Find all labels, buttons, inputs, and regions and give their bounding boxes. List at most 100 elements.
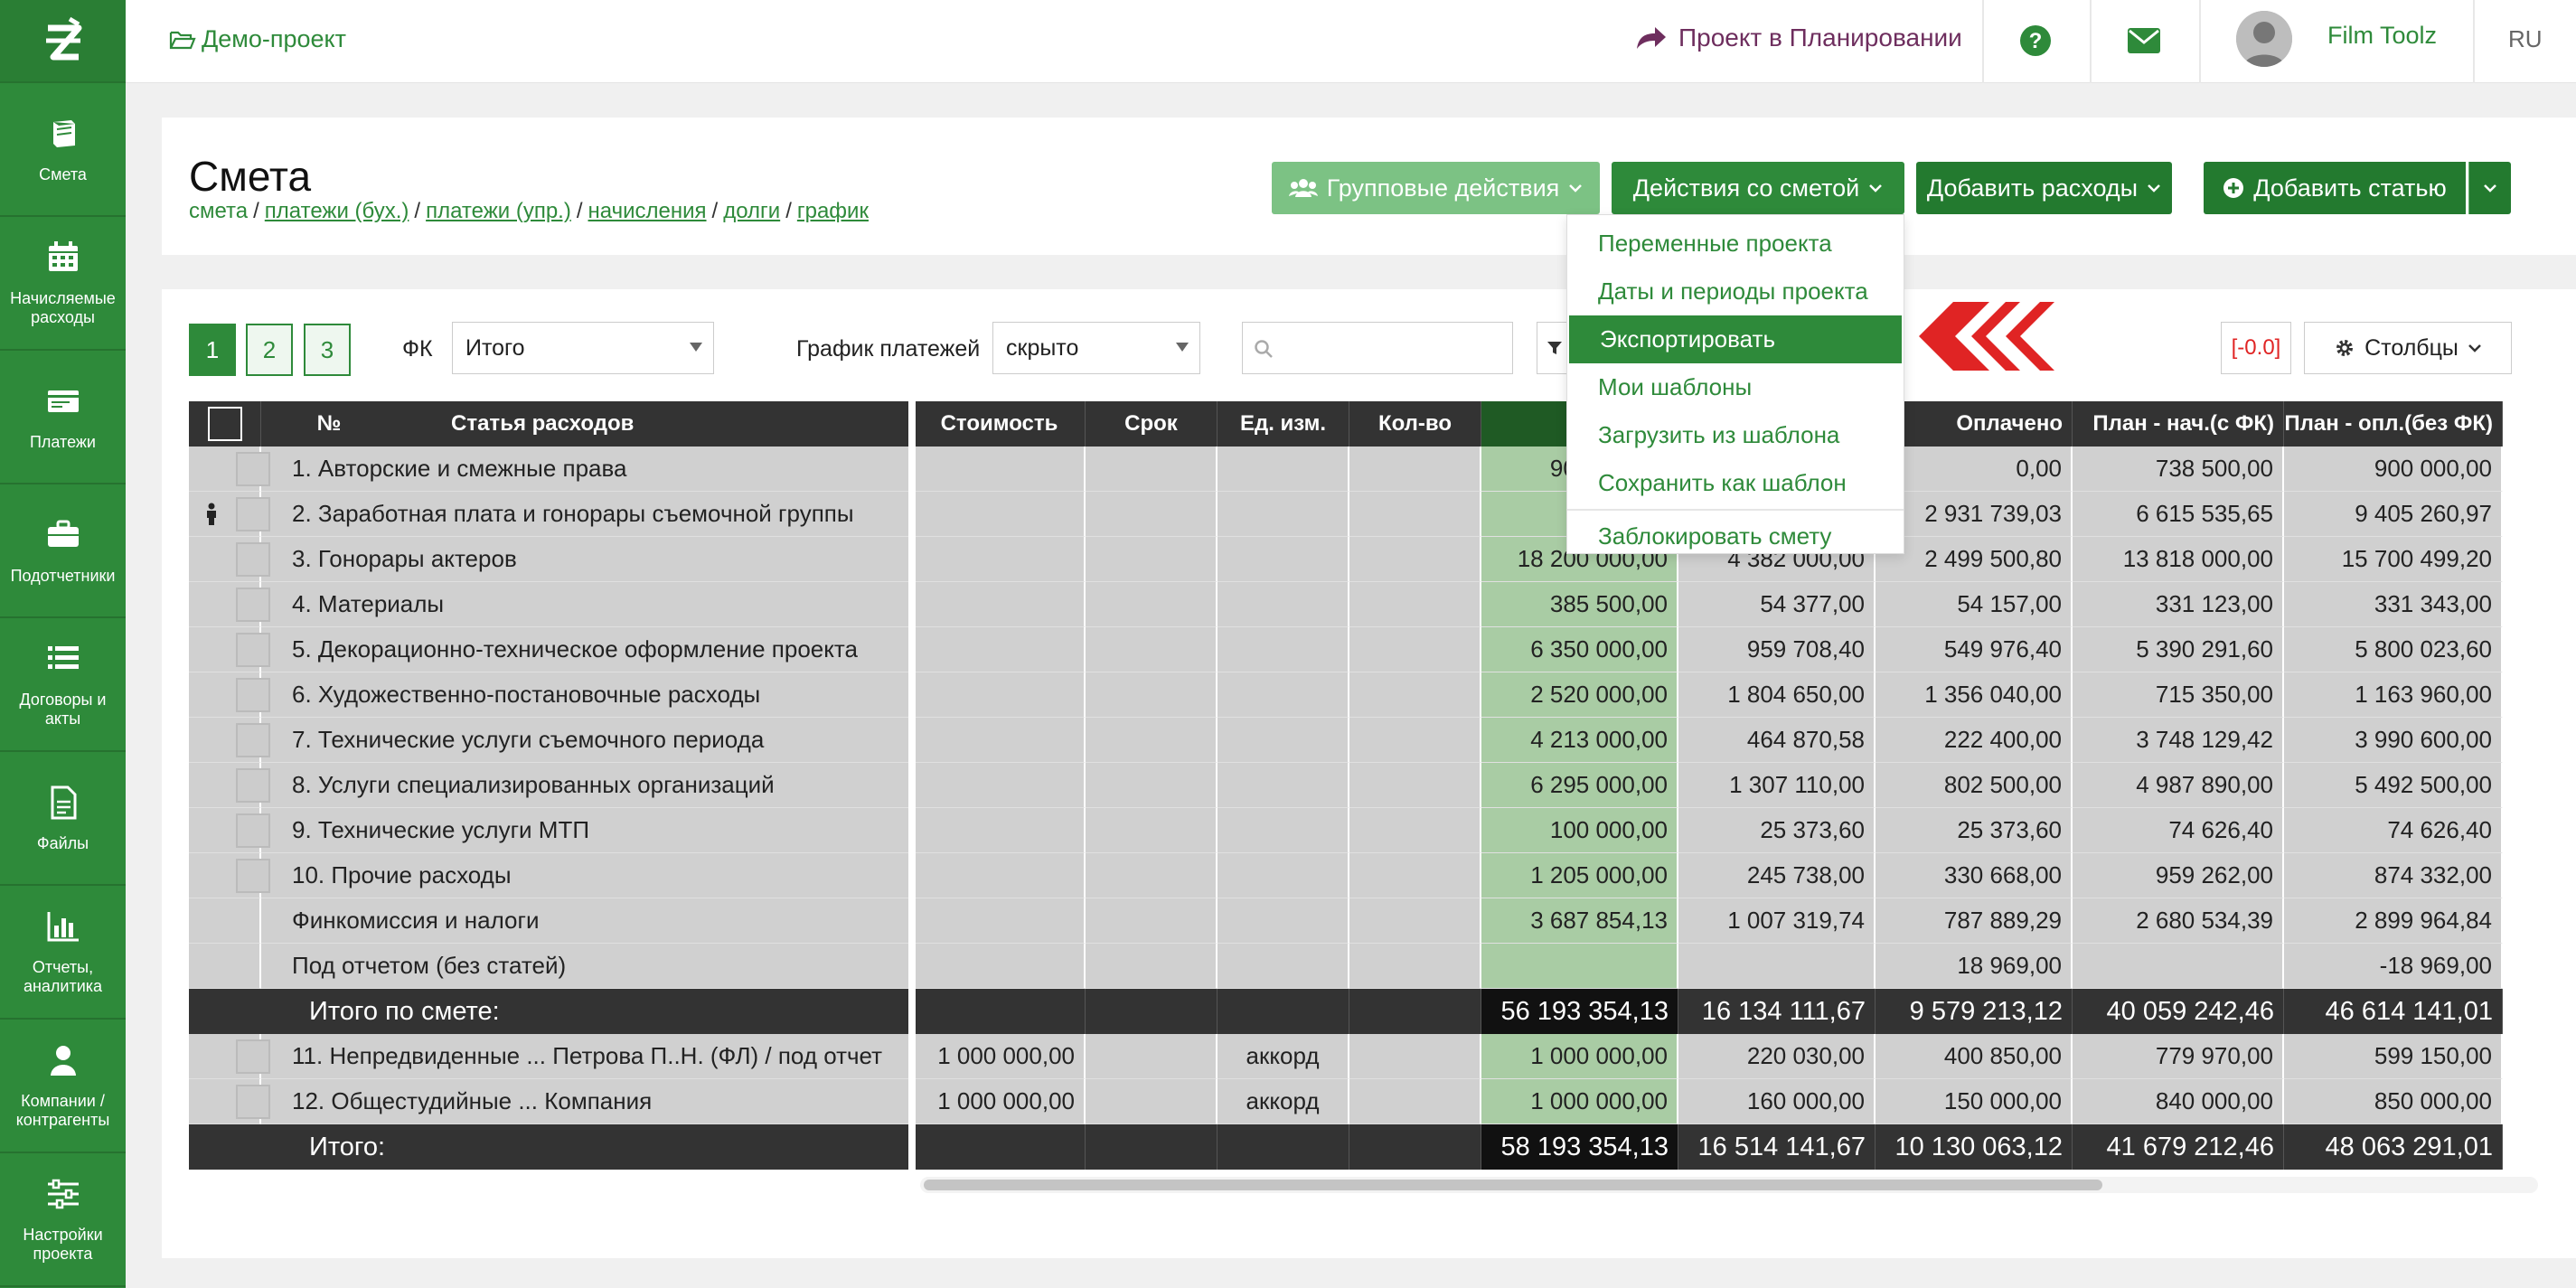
cell-acc: 54 377,00 bbox=[1678, 582, 1876, 627]
cell-plan_acc: 74 626,40 bbox=[2073, 808, 2284, 853]
cell-plan_acc: 959 262,00 bbox=[2073, 853, 2284, 898]
crumb-link[interactable]: долги bbox=[723, 199, 780, 223]
menu-item-project-variables[interactable]: Переменные проекта bbox=[1567, 220, 1904, 268]
menu-item-my-templates[interactable]: Мои шаблоны bbox=[1567, 363, 1904, 411]
crumb-link[interactable]: начисления bbox=[588, 199, 707, 223]
total-paid: 10 130 063,12 bbox=[1876, 1124, 2073, 1170]
columns-button[interactable]: Столбцы bbox=[2304, 322, 2512, 374]
cell-term bbox=[1086, 1079, 1217, 1124]
sidebar-item-file[interactable]: Файлы bbox=[0, 752, 126, 886]
sidebar-item-list[interactable]: Договоры и акты bbox=[0, 618, 126, 752]
book-icon bbox=[52, 119, 75, 147]
chevron-down-icon bbox=[2484, 184, 2496, 193]
cell-acc: 25 373,60 bbox=[1678, 808, 1876, 853]
sidebar-item-bar-chart[interactable]: Отчеты, аналитика bbox=[0, 886, 126, 1020]
add-expenses-button[interactable]: Добавить расходы bbox=[1916, 162, 2172, 214]
search-input[interactable] bbox=[1242, 322, 1513, 374]
project-link[interactable]: Демо-проект bbox=[169, 25, 346, 53]
header-qty: Кол-во bbox=[1349, 401, 1481, 447]
row-checkbox[interactable] bbox=[236, 677, 270, 712]
cell-term bbox=[1086, 447, 1217, 492]
cell-plan_acc: 840 000,00 bbox=[2073, 1079, 2284, 1124]
cell-term bbox=[1086, 944, 1217, 989]
total-cell-unit bbox=[1217, 1124, 1349, 1170]
row-checkbox[interactable] bbox=[236, 451, 270, 486]
plan-link-label: Проект в Планировании bbox=[1678, 24, 1962, 52]
crumb-link[interactable]: платежи (упр.) bbox=[426, 199, 571, 223]
cell-item-name: 3. Гонорары актеров bbox=[189, 537, 914, 582]
balance-badge[interactable]: [-0.0] bbox=[2221, 322, 2291, 374]
cell-paid: 330 668,00 bbox=[1876, 853, 2073, 898]
sidebar-item-book[interactable]: Смета bbox=[0, 83, 126, 217]
cell-plan_acc: 331 123,00 bbox=[2073, 582, 2284, 627]
add-item-dropdown-toggle[interactable] bbox=[2468, 162, 2511, 214]
cell-plan_pay: 850 000,00 bbox=[2284, 1079, 2503, 1124]
svg-text:?: ? bbox=[2029, 29, 2043, 53]
page-button-3[interactable]: 3 bbox=[304, 324, 351, 376]
row-checkbox[interactable] bbox=[236, 813, 270, 848]
sidebar-item-calendar[interactable]: Начисляемые расходы bbox=[0, 217, 126, 351]
cell-paid: 25 373,60 bbox=[1876, 808, 2073, 853]
menu-item-lock-estimate[interactable]: Заблокировать смету bbox=[1567, 512, 1904, 560]
table-row: 10. Прочие расходы 1 205 000,00 245 738,00… bbox=[189, 853, 2503, 898]
group-actions-button[interactable]: Групповые действия bbox=[1272, 162, 1600, 214]
sidebar-item-briefcase[interactable]: Подотчетники bbox=[0, 484, 126, 618]
sidebar-item-label: Договоры и акты bbox=[19, 691, 107, 728]
page-button-2[interactable]: 2 bbox=[246, 324, 293, 376]
cell-plan_acc: 5 390 291,60 bbox=[2073, 627, 2284, 672]
estimate-actions-button[interactable]: Действия со сметой bbox=[1612, 162, 1904, 214]
scrollbar-thumb[interactable] bbox=[924, 1180, 2102, 1190]
cell-plan_pay: 9 405 260,97 bbox=[2284, 492, 2503, 537]
cell-unit bbox=[1217, 898, 1349, 944]
fk-select[interactable]: Итого bbox=[452, 322, 714, 374]
app-logo[interactable] bbox=[0, 0, 126, 83]
row-checkbox[interactable] bbox=[236, 496, 270, 531]
row-checkbox[interactable] bbox=[236, 1084, 270, 1119]
cell-qty bbox=[1349, 763, 1481, 808]
cell-term bbox=[1086, 492, 1217, 537]
total-cell-unit bbox=[1217, 989, 1349, 1034]
menu-item-project-dates[interactable]: Даты и периоды проекта bbox=[1567, 268, 1904, 315]
page-button-1[interactable]: 1 bbox=[189, 324, 236, 376]
menu-item-load-template[interactable]: Загрузить из шаблона bbox=[1567, 411, 1904, 459]
row-checkbox[interactable] bbox=[236, 722, 270, 757]
menu-item-export[interactable]: Экспортировать bbox=[1569, 315, 1902, 363]
sidebar-item-user[interactable]: Компании / контрагенты bbox=[0, 1020, 126, 1153]
schedule-select[interactable]: скрыто bbox=[992, 322, 1200, 374]
crumb-link[interactable]: график bbox=[797, 199, 869, 223]
cell-acc: 1 007 319,74 bbox=[1678, 898, 1876, 944]
help-icon[interactable]: ? bbox=[2018, 24, 2053, 58]
horizontal-scrollbar[interactable] bbox=[920, 1177, 2538, 1193]
add-item-button[interactable]: Добавить статью bbox=[2204, 162, 2466, 214]
language-switch[interactable]: RU bbox=[2508, 25, 2543, 53]
crumb-link[interactable]: платежи (бух.) bbox=[265, 199, 409, 223]
menu-item-save-template[interactable]: Сохранить как шаблон bbox=[1567, 459, 1904, 507]
avatar[interactable] bbox=[2236, 11, 2292, 67]
row-checkbox[interactable] bbox=[236, 1039, 270, 1074]
row-checkbox[interactable] bbox=[236, 632, 270, 667]
cell-cost bbox=[914, 537, 1086, 582]
sidebar-item-label: Компании / контрагенты bbox=[15, 1092, 110, 1129]
table-header-row: № Статья расходов Стоимость Срок Ед. изм. Кол… bbox=[189, 401, 2503, 447]
select-all-checkbox[interactable] bbox=[207, 407, 242, 441]
cell-item-name: 9. Технические услуги МТП bbox=[189, 808, 914, 853]
cell-item-name: Финкомиссия и налоги bbox=[189, 898, 914, 944]
plan-link[interactable]: Проект в Планировании bbox=[1635, 24, 1962, 52]
table-row: Финкомиссия и налоги 3 687 854,13 1 007 31… bbox=[189, 898, 2503, 944]
header-plan_pay: План - опл.(без ФК) bbox=[2284, 401, 2503, 447]
row-checkbox[interactable] bbox=[236, 541, 270, 577]
sidebar-item-payment-card[interactable]: Платежи bbox=[0, 351, 126, 484]
row-checkbox[interactable] bbox=[236, 767, 270, 803]
cell-total bbox=[1481, 944, 1678, 989]
columns-button-label: Столбцы bbox=[2364, 334, 2458, 361]
username[interactable]: Film Toolz bbox=[2327, 22, 2437, 50]
row-checkbox[interactable] bbox=[236, 858, 270, 893]
sidebar-item-sliders[interactable]: Настройки проекта bbox=[0, 1153, 126, 1287]
mail-icon[interactable] bbox=[2127, 27, 2161, 54]
chevron-down-icon bbox=[1869, 184, 1883, 193]
total-total: 56 193 354,13 bbox=[1481, 989, 1678, 1034]
cell-unit bbox=[1217, 672, 1349, 718]
row-checkbox[interactable] bbox=[236, 587, 270, 622]
cell-term bbox=[1086, 763, 1217, 808]
cell-acc: 959 708,40 bbox=[1678, 627, 1876, 672]
